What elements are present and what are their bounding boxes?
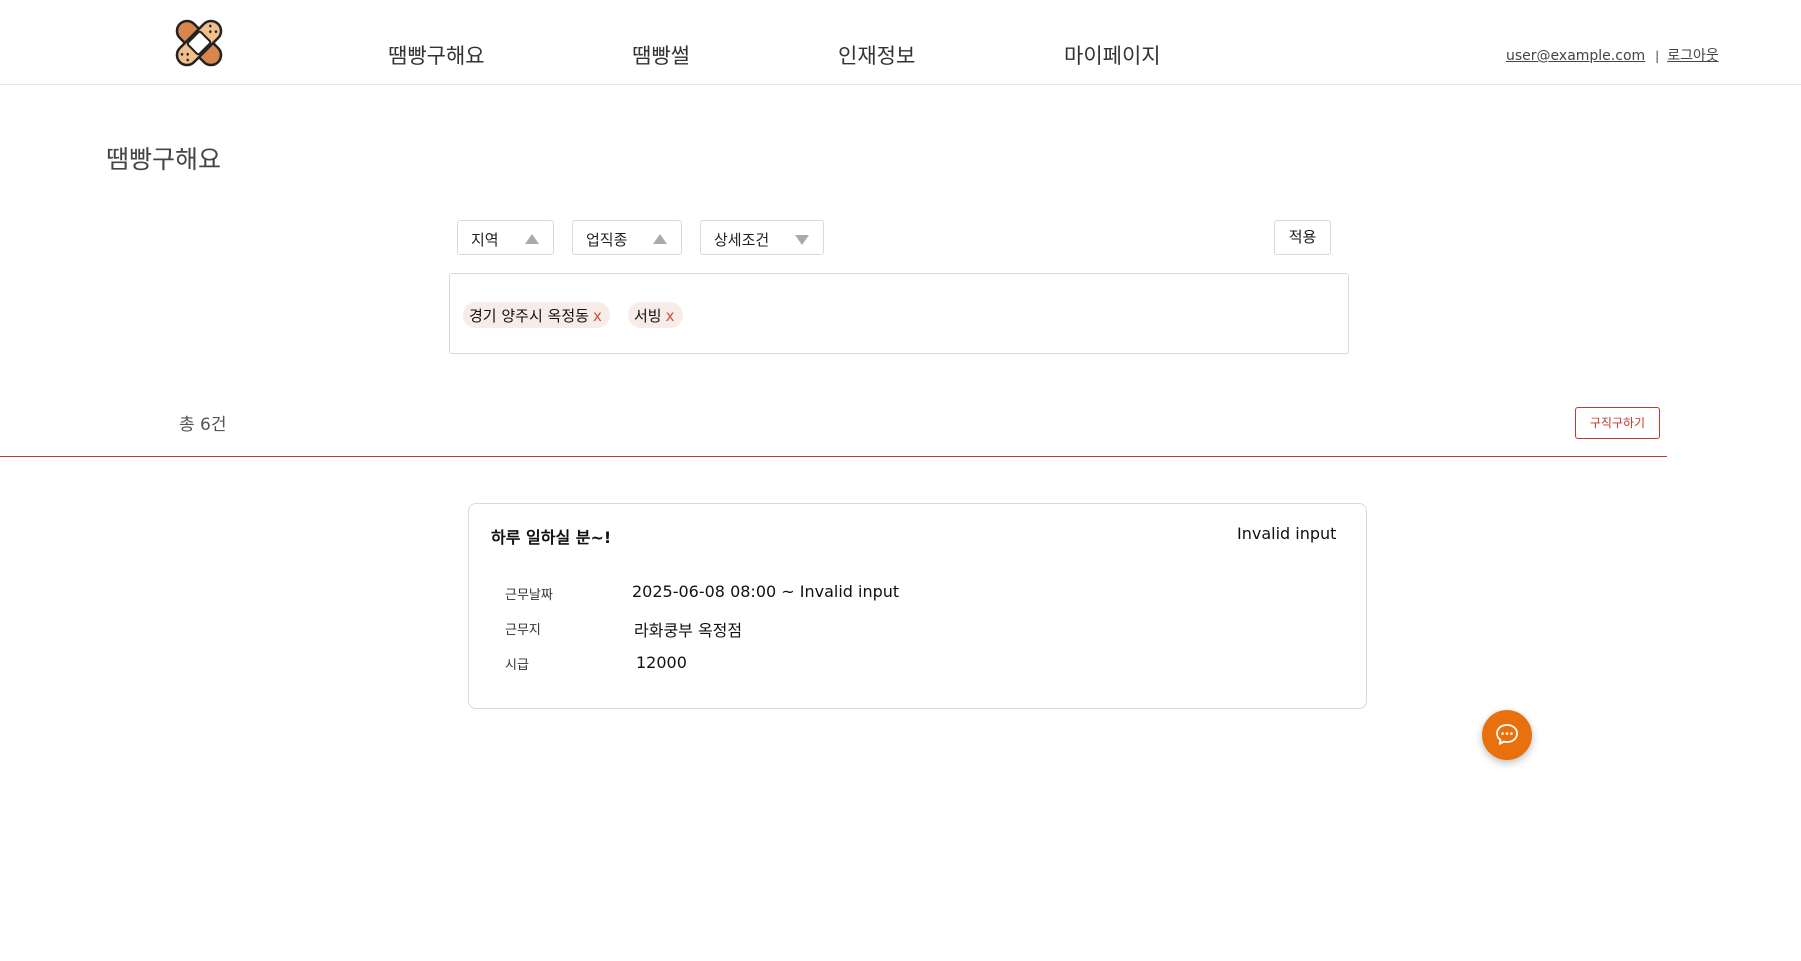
job-filter-label: 업직종 xyxy=(586,231,628,249)
job-post-card[interactable]: 하루 일하실 분~! Invalid input 근무날짜 2025-06-08… xyxy=(468,503,1367,709)
total-count: 총 6건 xyxy=(179,415,227,435)
divider xyxy=(0,456,1667,457)
filter-chip-label: 서빙 xyxy=(634,307,662,325)
region-filter-dropdown[interactable]: 지역 xyxy=(457,220,554,255)
work-date-value: 2025-06-08 08:00 ~ Invalid input xyxy=(632,582,900,601)
nav-item-request[interactable]: 땜빵구해요 xyxy=(388,40,485,70)
post-title: 하루 일하실 분~! xyxy=(491,528,612,547)
post-status: Invalid input xyxy=(1237,524,1337,543)
filter-chip: 경기 양주시 옥정동 x xyxy=(463,302,610,328)
filter-chip: 서빙 x xyxy=(628,302,683,328)
nav-item-talent[interactable]: 인재정보 xyxy=(838,40,915,70)
caret-up-icon xyxy=(653,234,667,244)
user-area: user@example.com | 로그아웃 xyxy=(1506,45,1719,65)
seek-job-button[interactable]: 구직구하기 xyxy=(1575,407,1660,439)
user-email-link[interactable]: user@example.com xyxy=(1506,48,1645,64)
chat-bubble-icon xyxy=(1496,724,1518,745)
bandage-icon[interactable] xyxy=(168,12,230,74)
hourly-wage-label: 시급 xyxy=(505,658,529,673)
remove-chip-button[interactable]: x xyxy=(666,307,675,325)
detail-filter-label: 상세조건 xyxy=(714,231,770,249)
logout-link[interactable]: 로그아웃 xyxy=(1667,48,1719,64)
caret-up-icon xyxy=(525,234,539,244)
nav-item-stories[interactable]: 땜빵썰 xyxy=(632,40,690,70)
nav-item-mypage[interactable]: 마이페이지 xyxy=(1064,40,1161,70)
caret-down-icon xyxy=(795,235,809,245)
selected-filters-box: 경기 양주시 옥정동 x 서빙 x xyxy=(449,273,1349,354)
user-separator: | xyxy=(1655,49,1660,63)
filter-chip-label: 경기 양주시 옥정동 xyxy=(469,307,589,325)
detail-filter-dropdown[interactable]: 상세조건 xyxy=(700,220,824,255)
work-place-value: 라화쿵부 옥정점 xyxy=(634,621,743,640)
header: 땜빵구해요 땜빵썰 인재정보 마이페이지 user@example.com | 로그… xyxy=(0,0,1801,85)
remove-chip-button[interactable]: x xyxy=(593,307,602,325)
job-filter-dropdown[interactable]: 업직종 xyxy=(572,220,682,255)
work-date-label: 근무날짜 xyxy=(505,588,553,603)
chat-fab-button[interactable] xyxy=(1482,710,1532,760)
region-filter-label: 지역 xyxy=(471,231,499,249)
hourly-wage-value: 12000 xyxy=(636,653,687,672)
work-place-label: 근무지 xyxy=(505,623,541,638)
apply-button[interactable]: 적용 xyxy=(1274,220,1331,255)
page-title: 땜빵구해요 xyxy=(106,145,222,174)
